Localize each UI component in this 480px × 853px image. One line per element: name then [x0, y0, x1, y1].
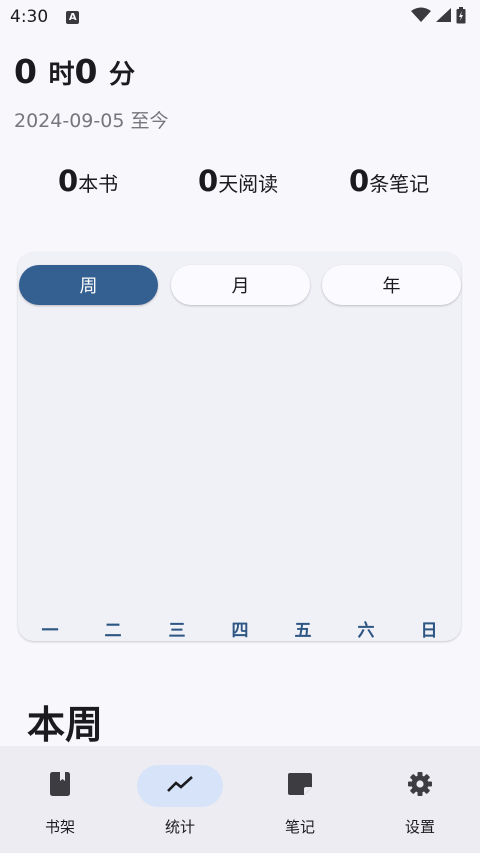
nav-indicator	[257, 765, 343, 807]
stat-books-value: 0	[58, 164, 79, 198]
battery-icon	[456, 6, 466, 28]
day-label-sat: 六	[357, 621, 375, 641]
total-reading-time: 0 时0 分	[14, 52, 135, 91]
since-date: 2024-09-05 至今	[14, 110, 169, 132]
section-title-this-week: 本周	[27, 702, 104, 747]
day-label-sun: 日	[420, 621, 438, 641]
nav-item-notes[interactable]: 笔记	[240, 746, 360, 853]
stat-days-label: 天阅读	[218, 172, 279, 196]
nav-label-notes: 笔记	[284, 818, 315, 836]
signal-icon	[435, 7, 452, 27]
stat-books-label: 本书	[78, 172, 119, 196]
nav-item-stats[interactable]: 统计	[120, 746, 240, 853]
day-label-mon: 一	[41, 621, 59, 641]
bottom-nav: 书架 统计 笔记 设置	[0, 746, 480, 853]
bookshelf-icon	[48, 771, 72, 801]
nav-indicator	[377, 765, 463, 807]
status-bar: 4:30 A	[0, 0, 480, 34]
hours-value: 0	[14, 52, 37, 91]
status-icons	[411, 6, 466, 28]
nav-label-bookshelf: 书架	[44, 818, 75, 836]
gear-icon	[407, 771, 433, 801]
nav-indicator	[17, 765, 103, 807]
day-label-fri: 五	[294, 621, 312, 641]
stat-days-value: 0	[198, 164, 219, 198]
nav-label-stats: 统计	[164, 818, 195, 836]
nav-indicator-active	[137, 765, 223, 807]
minutes-unit: 分	[108, 60, 135, 90]
nav-item-settings[interactable]: 设置	[360, 746, 480, 853]
trending-icon	[166, 774, 194, 798]
status-time: 4:30	[10, 7, 49, 27]
day-label-tue: 二	[104, 621, 122, 641]
nav-item-bookshelf[interactable]: 书架	[0, 746, 120, 853]
minutes-value: 0	[74, 52, 98, 91]
reading-chart-card: 周 月 年 一 二 三 四 五 六 日	[18, 252, 461, 641]
nav-label-settings: 设置	[404, 818, 435, 836]
stat-books: 0 本书	[58, 164, 118, 198]
tab-month[interactable]: 月	[171, 265, 310, 305]
stat-notes: 0 条笔记	[349, 164, 429, 198]
note-icon	[286, 772, 314, 800]
stat-notes-label: 条笔记	[369, 172, 430, 196]
stat-notes-value: 0	[349, 164, 370, 198]
day-label-thu: 四	[231, 621, 249, 641]
a-icon: A	[66, 10, 80, 24]
stat-days: 0 天阅读	[198, 164, 278, 198]
tab-week[interactable]: 周	[19, 265, 158, 305]
tab-year[interactable]: 年	[322, 265, 461, 305]
day-label-wed: 三	[168, 621, 186, 641]
stats-row: 0 本书 0 天阅读 0 条笔记	[0, 164, 480, 204]
hours-unit: 时	[48, 60, 75, 90]
wifi-icon	[411, 7, 431, 27]
